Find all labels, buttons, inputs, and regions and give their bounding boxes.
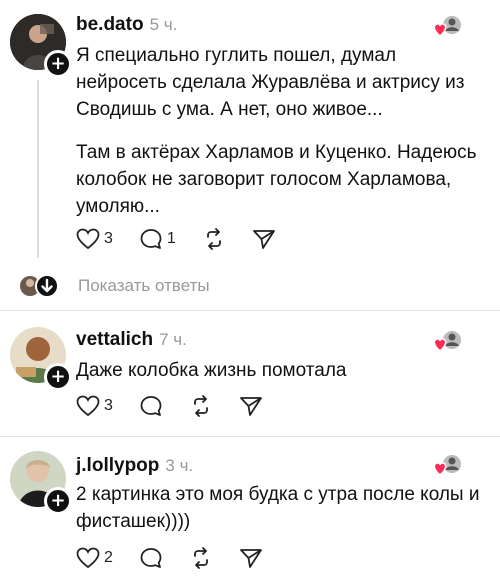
comment-paragraph: 2 картинка это моя будка с утра после ко… xyxy=(76,484,480,532)
liked-by-author-badge xyxy=(432,453,462,479)
reply-button[interactable] xyxy=(139,547,163,569)
reply-button[interactable]: 1 xyxy=(139,228,176,250)
comment-username[interactable]: j.lollypop 3 ч. xyxy=(76,455,193,477)
send-icon xyxy=(240,397,262,416)
reply-avatars-icon xyxy=(18,274,59,298)
repost-icon xyxy=(194,395,208,417)
comment-username[interactable]: vettalich 7 ч. xyxy=(76,329,187,351)
repost-button[interactable] xyxy=(189,547,213,569)
repost-button[interactable] xyxy=(202,228,226,250)
comment-text: 2 картинка это моя будка с утра после ко… xyxy=(76,481,491,535)
repost-button[interactable] xyxy=(189,395,213,417)
comment-3: + j.lollypop 3 ч. 2 картинка это моя будк… xyxy=(0,437,500,584)
like-count: 3 xyxy=(104,397,113,414)
comment-actions: 2 xyxy=(76,545,289,571)
send-icon xyxy=(240,549,262,568)
show-replies-label[interactable]: Показать ответы xyxy=(78,276,210,296)
like-count: 2 xyxy=(104,549,113,566)
like-button[interactable]: 3 xyxy=(76,395,113,417)
comment-actions: 3 xyxy=(76,393,289,419)
reply-button[interactable] xyxy=(139,395,163,417)
send-icon xyxy=(252,230,275,249)
thread-line xyxy=(37,80,39,258)
like-button[interactable]: 2 xyxy=(76,547,113,569)
repost-icon xyxy=(194,547,208,569)
comment-paragraph: Даже колобка жизнь помотала xyxy=(76,360,347,381)
comment-1: + be.dato 5 ч. Я специально гуглить пошел… xyxy=(0,0,500,260)
reply-count: 1 xyxy=(166,230,176,247)
comment-bubble-icon xyxy=(140,548,162,568)
comment-time: 7 ч. xyxy=(159,330,187,349)
share-button[interactable] xyxy=(252,228,276,250)
heart-outline-icon xyxy=(76,395,100,417)
comment-text: Даже колобка жизнь помотала xyxy=(76,357,491,384)
comment-username[interactable]: be.dato 5 ч. xyxy=(76,14,177,36)
comment-paragraph: Я специально гуглить пошел, думал нейрос… xyxy=(76,45,465,120)
share-button[interactable] xyxy=(239,547,263,569)
share-button[interactable] xyxy=(239,395,263,417)
like-button[interactable]: 3 xyxy=(76,228,113,250)
comment-2: + vettalich 7 ч. Даже колобка жизнь помот… xyxy=(0,311,500,435)
heart-outline-icon xyxy=(76,547,100,569)
follow-plus-icon[interactable]: + xyxy=(44,487,72,515)
liked-by-author-badge xyxy=(432,14,462,40)
comment-bubble-icon xyxy=(140,229,162,249)
repost-icon xyxy=(206,228,221,250)
comment-actions: 3 1 xyxy=(76,226,302,252)
show-replies-row[interactable]: Показать ответы xyxy=(18,274,210,298)
liked-by-author-badge xyxy=(432,329,462,355)
heart-outline-icon xyxy=(76,228,100,250)
follow-plus-icon[interactable]: + xyxy=(44,363,72,391)
comment-time: 3 ч. xyxy=(165,456,194,475)
follow-plus-icon[interactable]: + xyxy=(44,50,72,78)
comment-text: Я специально гуглить пошел, думал нейрос… xyxy=(76,42,491,220)
comment-time: 5 ч. xyxy=(149,15,178,34)
comment-bubble-icon xyxy=(140,396,162,416)
comment-paragraph: Там в актёрах Харламов и Куценко. Надеюс… xyxy=(76,142,477,217)
like-count: 3 xyxy=(104,230,113,247)
